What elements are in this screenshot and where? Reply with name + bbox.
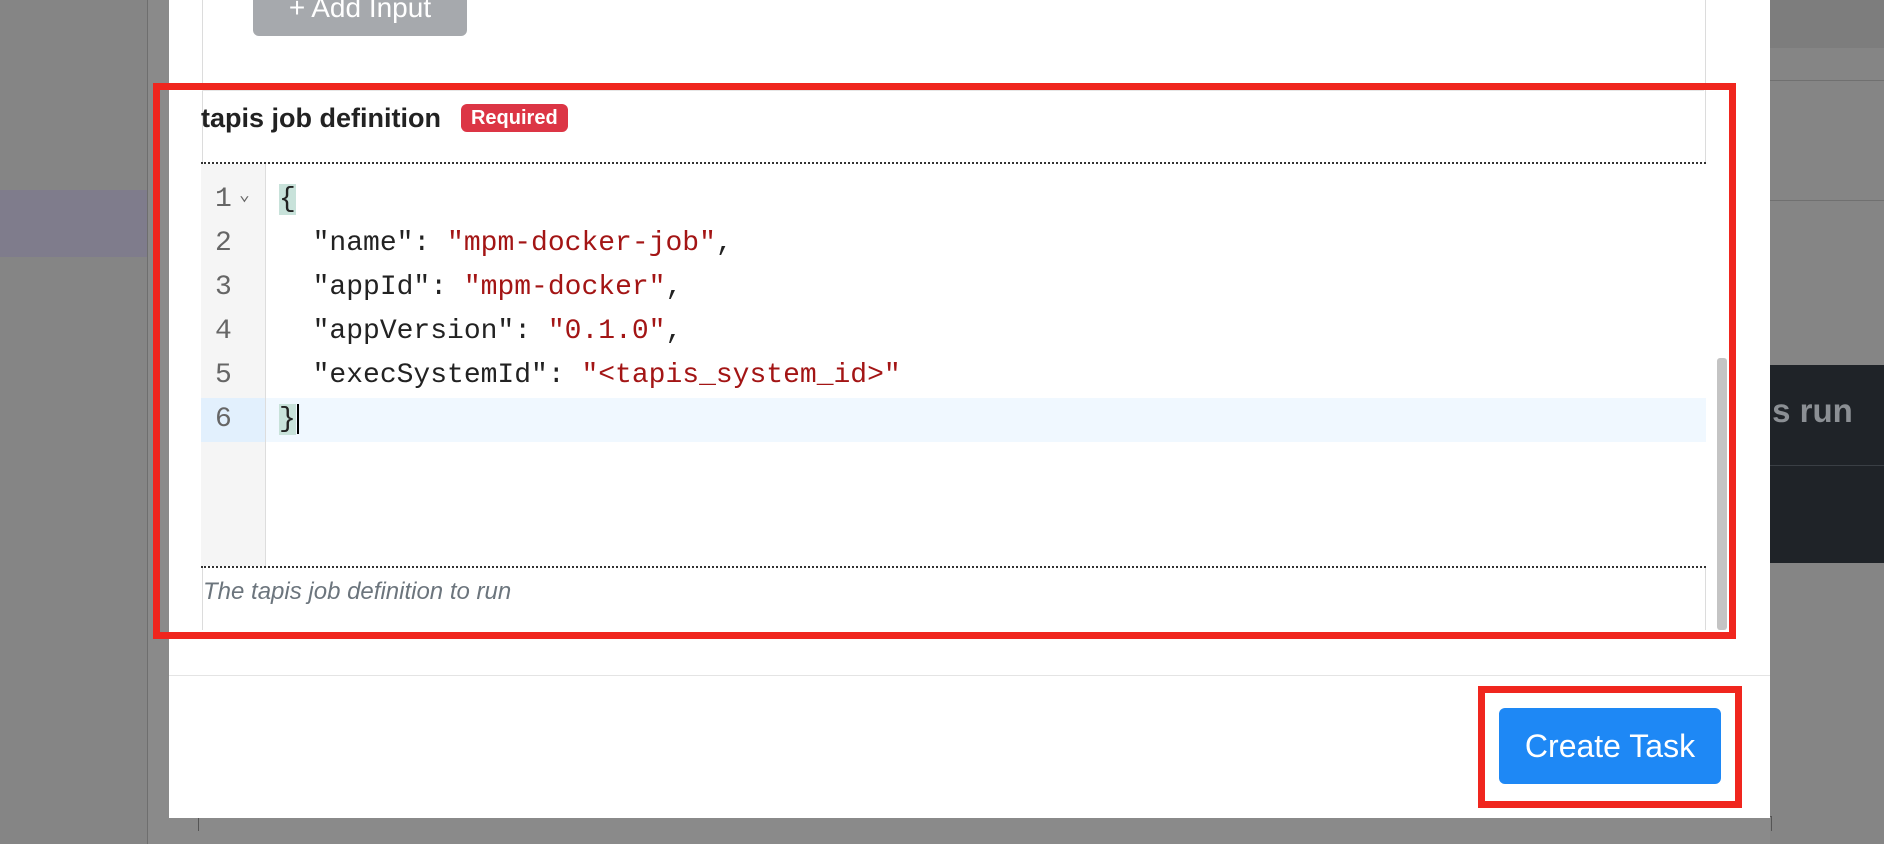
add-input-label: Add Input (311, 0, 432, 23)
background-card-divider (1770, 465, 1884, 466)
background-divider (1770, 200, 1884, 201)
background-partial-text: us run (1770, 392, 1853, 429)
highlight-box-create-task (1478, 686, 1742, 808)
background-top-band (1770, 0, 1884, 48)
background-sidebar-selected-item (0, 190, 147, 257)
plus-icon: + (288, 0, 306, 23)
background-bottom-frame (198, 816, 1772, 831)
background-sidebar (0, 0, 148, 844)
background-divider (1770, 80, 1884, 81)
add-input-button[interactable]: + Add Input (253, 0, 467, 36)
highlight-box-editor (153, 83, 1736, 639)
modal-footer-divider (169, 675, 1770, 676)
